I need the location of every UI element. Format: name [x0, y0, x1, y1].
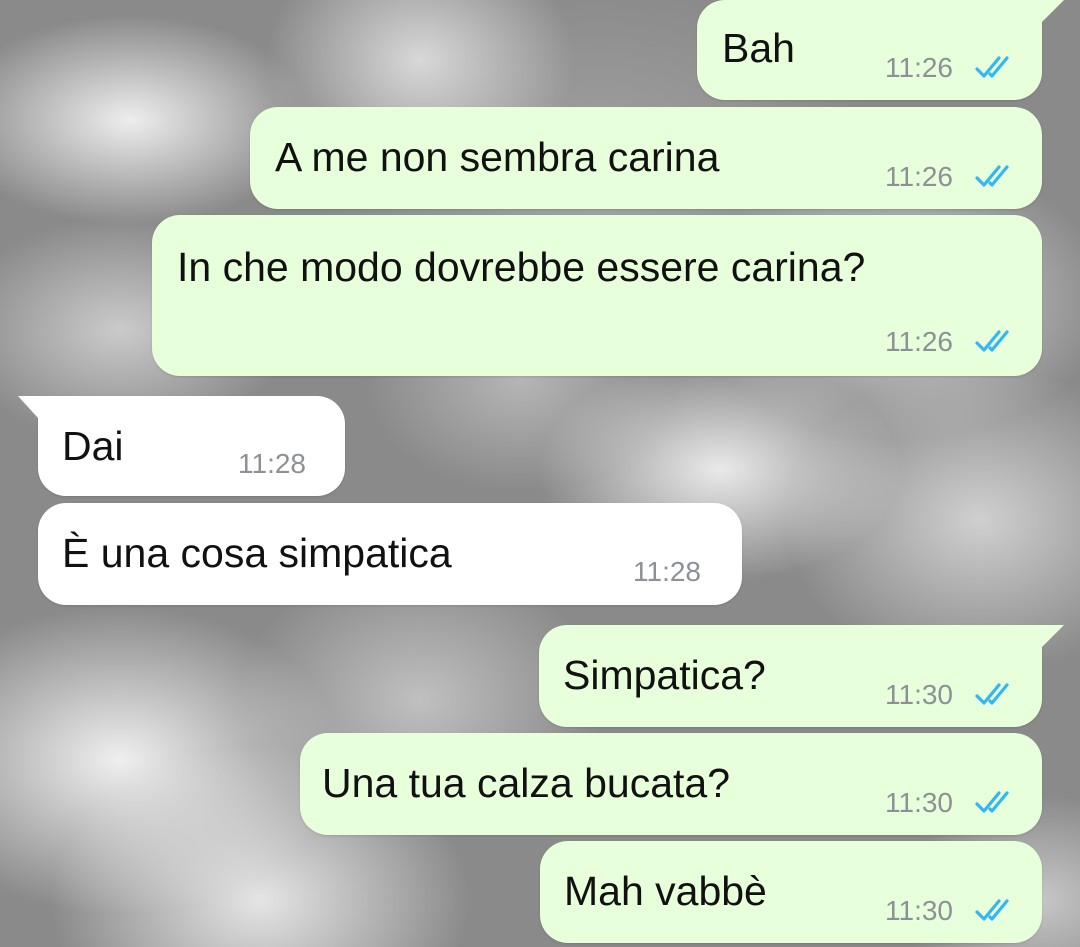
message-text: Simpatica? — [563, 652, 766, 698]
double-check-read-icon — [975, 683, 1009, 705]
message-bubble-outgoing[interactable]: Bah 11:26 — [697, 0, 1064, 100]
message-text: È una cosa simpatica — [62, 530, 452, 576]
double-check-read-icon — [975, 899, 1009, 921]
double-check-read-icon — [975, 330, 1009, 352]
message-bubble-outgoing[interactable]: In che modo dovrebbe essere carina? 11:2… — [152, 215, 1042, 376]
message-timestamp: 11:26 — [885, 161, 953, 192]
message-bubble-outgoing[interactable]: Una tua calza bucata? 11:30 — [300, 733, 1042, 835]
message-text: Una tua calza bucata? — [322, 760, 730, 806]
message-timestamp: 11:28 — [633, 556, 701, 587]
message-bubble-outgoing[interactable]: Mah vabbè 11:30 — [540, 841, 1042, 943]
bubble-tail — [1042, 625, 1064, 647]
message-bubble-incoming[interactable]: Dai 11:28 — [18, 396, 345, 496]
message-timestamp: 11:30 — [885, 679, 953, 710]
message-text: A me non sembra carina — [275, 134, 720, 180]
message-bubble-incoming[interactable]: È una cosa simpatica 11:28 — [38, 503, 742, 605]
message-timestamp: 11:30 — [885, 787, 953, 818]
message-text: Bah — [722, 25, 795, 71]
message-timestamp: 11:26 — [885, 52, 953, 83]
bubble-tail — [18, 396, 38, 418]
bubble-tail — [1042, 0, 1064, 22]
double-check-read-icon — [975, 56, 1009, 78]
double-check-read-icon — [975, 165, 1009, 187]
message-text: Dai — [62, 423, 124, 469]
message-timestamp: 11:26 — [885, 326, 953, 357]
message-text: Mah vabbè — [564, 868, 767, 914]
message-timestamp: 11:30 — [885, 895, 953, 926]
message-timestamp: 11:28 — [238, 448, 306, 479]
message-text: In che modo dovrebbe essere carina? — [177, 244, 866, 290]
message-bubble-outgoing[interactable]: Simpatica? 11:30 — [539, 625, 1064, 727]
double-check-read-icon — [975, 791, 1009, 813]
message-bubble-outgoing[interactable]: A me non sembra carina 11:26 — [250, 107, 1042, 209]
